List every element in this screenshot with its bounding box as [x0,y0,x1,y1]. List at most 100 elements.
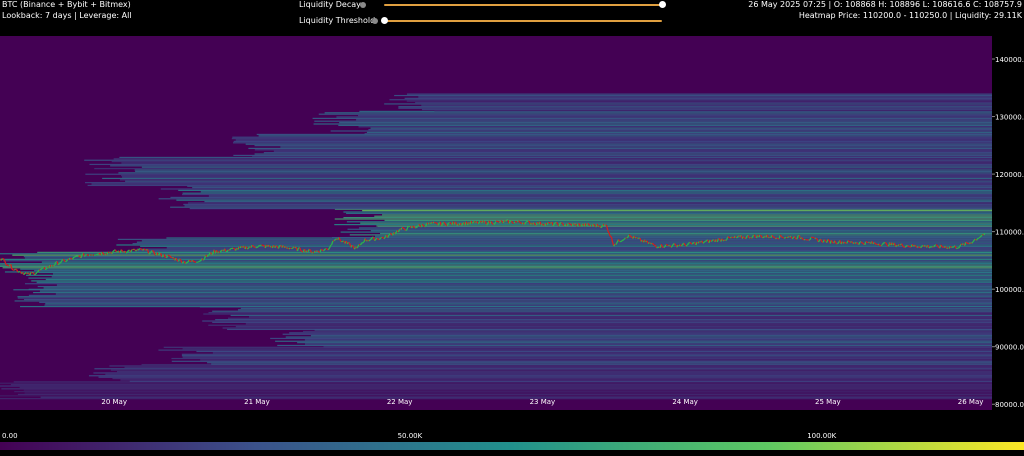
liquidity-threshold-handle[interactable] [380,17,388,24]
liquidity-level [105,373,992,375]
price-candle [311,251,314,254]
price-candle [394,232,397,235]
liquidity-level [208,324,992,326]
liquidity-level [339,122,992,124]
liquidity-level [252,156,992,158]
liquidity-level [233,140,992,143]
liquidity-level [51,276,992,278]
liquidity-level [56,284,992,286]
liquidity-level [404,97,992,99]
liquidity-level [26,274,992,276]
price-candle [137,248,140,251]
price-candle [35,272,38,275]
price-candle [791,237,794,240]
price-candle [605,224,607,227]
liquidity-level [122,176,992,178]
liquidity-level [357,115,992,117]
liquidity-threshold-slider[interactable] [384,20,662,22]
price-candle [198,260,201,263]
info-icon[interactable] [372,18,378,24]
liquidity-level [85,173,992,175]
info-icon[interactable] [360,2,366,8]
price-candle [275,245,278,248]
price-candle [649,242,652,245]
price-candle [11,268,14,271]
liquidity-level [136,241,992,243]
liquidity-band [231,133,992,158]
price-candle [346,242,350,245]
liquidity-level [39,290,992,292]
liquidity-level [187,202,992,204]
liquidity-level [231,138,992,140]
liquidity-level [183,203,992,205]
liquidity-level [421,104,992,106]
lookback-info: Lookback: 7 days | Leverage: All [2,11,132,20]
price-candle [691,242,694,245]
price-candle [710,239,713,243]
liquidity-band [199,306,992,331]
price-candle [388,233,391,236]
price-candle [935,244,938,246]
price-candle [437,223,440,226]
liquidity-level [237,309,992,311]
colorbar [0,442,1024,450]
price-candle [862,242,864,245]
price-candle [368,239,371,242]
price-candle [725,239,728,241]
price-candle [844,241,847,244]
x-tick-label: 20 May [101,398,127,406]
price-candle [917,246,920,248]
liquidity-decay-handle[interactable] [658,1,666,8]
liquidity-level [182,194,992,196]
price-candle [39,268,43,271]
price-candle [418,224,421,226]
liquidity-level [332,237,992,239]
liquidity-level [368,129,992,131]
price-candle [979,235,982,238]
liquidation-heatmap[interactable]: 140000.0 130000.0 120000.0 110000.0 100000.0… [0,36,1024,428]
liquidity-level [222,327,992,329]
liquidity-level [340,231,992,233]
liquidity-level [200,191,992,193]
price-candle [815,237,818,240]
liquidity-level [98,376,992,378]
price-candle [493,223,496,225]
price-candle [69,257,72,260]
price-candle [88,254,91,257]
liquidity-level [23,389,992,391]
liquidity-level [254,145,992,147]
liquidity-level [84,159,992,161]
liquidity-level [215,319,992,321]
x-tick-label: 24 May [672,398,698,406]
liquidity-level [3,260,992,262]
liquidity-level [170,196,992,198]
liquidity-level [10,384,992,386]
price-candle [135,249,138,252]
liquidity-level [17,296,992,298]
price-candle [62,258,65,261]
liquidity-level [346,212,992,215]
price-candle [837,242,839,245]
liquidity-level [318,113,992,115]
price-candle [157,253,160,256]
liquidity-level [196,350,992,353]
price-candle [289,247,292,250]
liquidity-level [34,269,992,272]
price-candle [13,268,16,271]
liquidity-level [14,300,992,302]
price-candle [308,248,311,251]
liquidity-decay-slider[interactable] [384,4,662,6]
liquidity-level [55,293,992,295]
price-candle [734,235,737,239]
liquidity-level [0,258,992,260]
price-candle [722,239,725,242]
liquidity-level [304,339,992,341]
liquidity-level [358,126,992,128]
liquidity-level [289,332,992,334]
liquidity-level [230,314,992,317]
price-candle [904,245,907,248]
liquidity-level [36,281,992,283]
liquidity-level [235,326,992,328]
liquidity-level [258,135,992,137]
liquidity-level [0,398,992,400]
